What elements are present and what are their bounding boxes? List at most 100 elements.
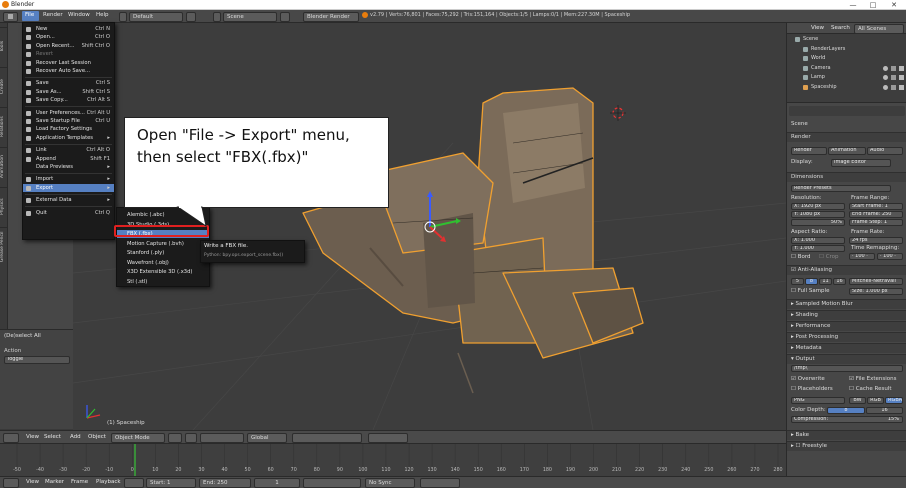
- panel-header-metadata[interactable]: ▸ Metadata: [787, 343, 906, 353]
- file-menu-item-export[interactable]: Export ▸: [23, 183, 114, 193]
- frame-rate-select[interactable]: 24 fps: [849, 237, 903, 244]
- pivot-button[interactable]: [185, 432, 197, 443]
- export-item-wavefront-obj[interactable]: Wavefront (.obj): [117, 259, 209, 267]
- render-button[interactable]: Render: [791, 147, 827, 155]
- keying-buttons[interactable]: [420, 478, 460, 488]
- tool-tab-grease-pencil[interactable]: Grease Pencil: [0, 227, 8, 265]
- aspect-y-field[interactable]: Y: 1.000: [791, 245, 845, 252]
- display-mode-selector[interactable]: All Scenes: [854, 24, 904, 34]
- playback-menu[interactable]: Playback: [96, 479, 121, 485]
- file-menu-item-new[interactable]: New Ctrl N: [23, 25, 114, 33]
- restrict-select-icon[interactable]: [891, 65, 896, 71]
- render-toggle-icon[interactable]: [899, 65, 904, 71]
- aa-sample-16[interactable]: 16: [833, 278, 846, 285]
- file-menu-item-revert[interactable]: Revert: [23, 50, 114, 58]
- file-menu-item-load-factory-settings[interactable]: Load Factory Settings: [23, 125, 114, 133]
- depth-16-button[interactable]: 16: [866, 407, 903, 414]
- full-sample-checkbox[interactable]: ☐ Full Sample: [791, 288, 829, 294]
- aa-sample-8[interactable]: 8: [805, 278, 818, 285]
- render-engine-selector[interactable]: Blender Render: [303, 11, 359, 22]
- editor-type-button[interactable]: [3, 11, 18, 22]
- manipulator-toggles[interactable]: [200, 432, 244, 443]
- marker-menu[interactable]: Marker: [45, 479, 64, 485]
- aa-sample-5[interactable]: 5: [791, 278, 804, 285]
- file-menu-item-open[interactable]: Open... Ctrl O: [23, 33, 114, 41]
- snap-buttons[interactable]: [368, 432, 408, 443]
- end-frame-field[interactable]: End: 250: [199, 478, 251, 488]
- outliner-item[interactable]: Lamp: [787, 73, 906, 82]
- file-menu-item-recover-last-session[interactable]: Recover Last Session: [23, 59, 114, 67]
- visibility-eye-icon[interactable]: [883, 75, 888, 80]
- crop-checkbox[interactable]: ☐ Crop: [819, 254, 839, 260]
- render-toggle-icon[interactable]: [899, 75, 904, 80]
- current-frame-field[interactable]: 1: [254, 478, 300, 488]
- display-select[interactable]: Image Editor: [831, 159, 891, 167]
- animation-button[interactable]: Animation: [828, 147, 866, 155]
- channel-bw-button[interactable]: BW: [849, 397, 866, 404]
- menu-file[interactable]: File: [25, 12, 34, 18]
- aa-filter-select[interactable]: Mitchell-Netravali: [849, 278, 903, 285]
- file-menu-item-open-recent[interactable]: Open Recent... Shift Ctrl O: [23, 42, 114, 50]
- file-menu-item-quit[interactable]: Quit Ctrl Q: [23, 209, 114, 217]
- maximize-button[interactable]: □: [865, 0, 881, 10]
- select-menu[interactable]: Select: [44, 434, 61, 440]
- orientation-selector[interactable]: Global: [247, 432, 287, 443]
- layout-icon[interactable]: [119, 11, 127, 22]
- menu-window[interactable]: Window: [68, 12, 90, 18]
- placeholders-checkbox[interactable]: ☐ Placeholders: [791, 386, 833, 392]
- layout-add-button[interactable]: [186, 11, 196, 22]
- export-item-stanford-ply[interactable]: Stanford (.ply): [117, 249, 209, 257]
- panel-header-performance[interactable]: ▸ Performance: [787, 321, 906, 331]
- file-menu-item-recover-auto-save[interactable]: Recover Auto Save...: [23, 67, 114, 75]
- layer-buttons[interactable]: [292, 432, 362, 443]
- render-panel-header[interactable]: Render: [787, 132, 906, 142]
- export-item-stl-stl[interactable]: Stl (.stl): [117, 278, 209, 286]
- outliner-item[interactable]: RenderLayers: [787, 45, 906, 54]
- freestyle-panel-header[interactable]: ▸ ☐ Freestyle: [787, 441, 906, 451]
- resolution-x-field[interactable]: X: 1920 px: [791, 203, 845, 210]
- outliner-view-menu[interactable]: View: [811, 25, 824, 31]
- aa-sample-11[interactable]: 11: [819, 278, 832, 285]
- view-menu[interactable]: View: [26, 434, 39, 440]
- dimensions-panel-header[interactable]: Dimensions: [787, 172, 906, 182]
- panel-header-sampled-motion-blur[interactable]: ▸ Sampled Motion Blur: [787, 299, 906, 309]
- border-checkbox[interactable]: ☐ Bord: [791, 254, 810, 260]
- file-menu-item-save-as[interactable]: Save As... Shift Ctrl S: [23, 88, 114, 96]
- tool-tab-relations[interactable]: Relations: [0, 107, 8, 145]
- file-format-select[interactable]: PNG: [791, 397, 845, 404]
- scene-selector[interactable]: Scene: [223, 11, 277, 22]
- menu-render[interactable]: Render: [43, 12, 63, 18]
- aspect-x-field[interactable]: X: 1.000: [791, 237, 845, 244]
- panel-header-shading[interactable]: ▸ Shading: [787, 310, 906, 320]
- outliner-item[interactable]: World: [787, 54, 906, 63]
- outliner-item[interactable]: Camera: [787, 64, 906, 73]
- render-toggle-icon[interactable]: [899, 84, 904, 90]
- frame-step-field[interactable]: Frame Step: 1: [849, 219, 903, 226]
- file-menu-item-data-previews[interactable]: Data Previews ▸: [23, 163, 114, 171]
- layout-selector[interactable]: Default: [129, 11, 183, 22]
- file-menu-item-user-preferences[interactable]: User Preferences... Ctrl Alt U: [23, 109, 114, 117]
- start-frame-field[interactable]: Start: 1: [146, 478, 196, 488]
- start-frame-prop[interactable]: Start Frame: 1: [849, 203, 903, 210]
- tool-tab-tools[interactable]: Tools: [0, 27, 8, 65]
- file-menu-item-append[interactable]: Append Shift F1: [23, 155, 114, 163]
- channel-rgb-button[interactable]: RGB: [867, 397, 884, 404]
- mode-selector[interactable]: Object Mode: [111, 432, 165, 443]
- add-menu[interactable]: Add: [70, 434, 81, 440]
- file-menu-item-save-startup-file[interactable]: Save Startup File Ctrl U: [23, 117, 114, 125]
- restrict-select-icon[interactable]: [891, 75, 896, 80]
- outliner-item[interactable]: Scene: [787, 35, 906, 44]
- resolution-y-field[interactable]: Y: 1080 px: [791, 211, 845, 218]
- overwrite-checkbox[interactable]: ☑ Overwrite: [791, 376, 825, 382]
- editor-type-button[interactable]: [3, 478, 19, 488]
- restrict-select-icon[interactable]: [891, 84, 896, 90]
- file-menu-item-link[interactable]: Link Ctrl Alt O: [23, 146, 114, 154]
- timeline-view-menu[interactable]: View: [26, 479, 39, 485]
- tool-tab-animation[interactable]: Animation: [0, 147, 8, 185]
- file-menu-item-external-data[interactable]: External Data ▸: [23, 196, 114, 204]
- resolution-percent-field[interactable]: 50%: [791, 219, 845, 226]
- scene-icon[interactable]: [213, 11, 221, 22]
- file-menu-item-save-copy[interactable]: Save Copy... Ctrl Alt S: [23, 96, 114, 104]
- cache-result-checkbox[interactable]: ☐ Cache Result: [849, 386, 892, 392]
- end-frame-prop[interactable]: End Frame: 250: [849, 211, 903, 218]
